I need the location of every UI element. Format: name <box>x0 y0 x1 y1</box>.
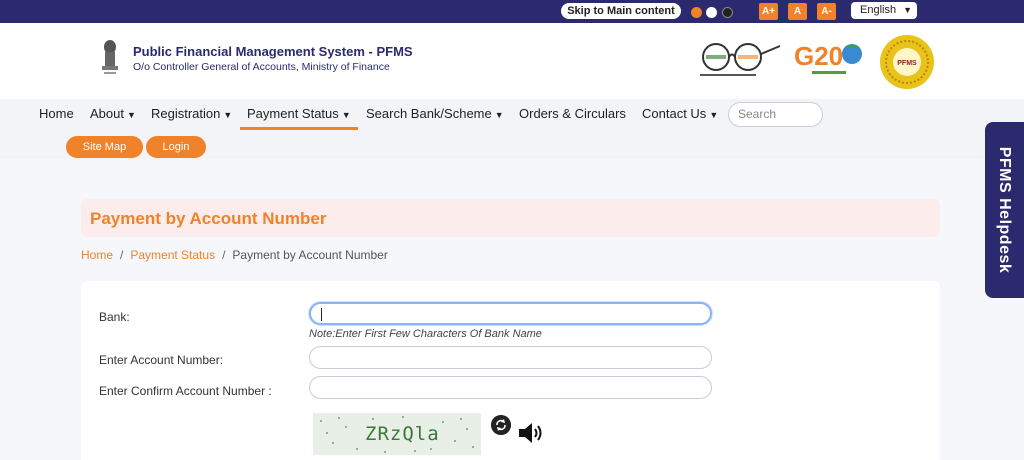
breadcrumb-payment-status-link[interactable]: Payment Status <box>130 248 215 262</box>
breadcrumb-home-link[interactable]: Home <box>81 248 113 262</box>
login-button[interactable]: Login <box>146 136 206 158</box>
captcha-image: ZRzQla <box>313 413 481 455</box>
page-title: Payment by Account Number <box>90 209 327 228</box>
nav-item-contact-us[interactable]: Contact Us ▼ <box>642 106 718 128</box>
theme-white-button[interactable] <box>706 7 717 18</box>
breadcrumb-current: Payment by Account Number <box>232 248 388 262</box>
font-increase-button[interactable]: A+ <box>759 3 778 20</box>
pfms-helpdesk-tab[interactable]: PFMS Helpdesk <box>985 122 1024 298</box>
breadcrumb-separator: / <box>120 248 124 262</box>
site-map-button[interactable]: Site Map <box>66 136 143 158</box>
nav-item-orders-circulars[interactable]: Orders & Circulars <box>519 106 626 128</box>
top-utility-bar: Skip to Main content A+ A A- English ▼ <box>0 0 1024 23</box>
confirm-account-number-input[interactable] <box>309 376 712 399</box>
nav-item-payment-status[interactable]: Payment Status ▼ <box>240 106 358 130</box>
bank-input[interactable] <box>309 302 712 325</box>
site-header: Public Financial Management System - PFM… <box>0 23 1024 99</box>
chevron-down-icon: ▼ <box>903 5 912 15</box>
nav-search-bank-label: Search Bank/Scheme <box>366 106 492 121</box>
language-value: English <box>860 4 897 16</box>
nav-payment-status-label: Payment Status <box>247 106 339 121</box>
main-navigation: Home About ▼ Registration ▼ Payment Status… <box>0 99 1024 159</box>
page-title-banner: Payment by Account Number <box>81 199 940 237</box>
national-emblem-icon <box>102 40 118 74</box>
g20-logo-icon: G20 <box>794 41 862 74</box>
nav-item-registration[interactable]: Registration ▼ <box>151 106 232 128</box>
language-select[interactable]: English ▼ <box>851 2 917 19</box>
bank-label: Bank: <box>99 310 130 324</box>
search-input[interactable]: Search <box>728 102 823 127</box>
g20-logo-text: G20 <box>794 41 843 71</box>
captcha-text: ZRzQla <box>365 423 440 445</box>
caret-down-icon: ▼ <box>709 110 719 120</box>
nav-item-search-bank-scheme[interactable]: Search Bank/Scheme ▼ <box>366 106 504 128</box>
confirm-account-number-label: Enter Confirm Account Number : <box>99 384 272 398</box>
nav-registration-label: Registration <box>151 106 221 121</box>
nav-item-about[interactable]: About ▼ <box>90 106 136 128</box>
account-number-label: Enter Account Number: <box>99 353 224 367</box>
pfms-seal-text: PFMS <box>897 60 917 67</box>
caret-down-icon: ▼ <box>223 110 233 120</box>
refresh-captcha-icon[interactable] <box>491 415 511 435</box>
breadcrumb: Home / Payment Status / Payment by Account N… <box>81 248 388 262</box>
caret-down-icon: ▼ <box>341 110 351 120</box>
payment-form-card: Bank: Note:Enter First Few Characters Of… <box>81 281 940 460</box>
caret-down-icon: ▼ <box>126 110 136 120</box>
font-normal-button[interactable]: A <box>788 3 807 20</box>
pfms-seal-logo-icon: PFMS <box>880 35 934 89</box>
font-decrease-button[interactable]: A- <box>817 3 836 20</box>
swachh-bharat-logo-icon <box>700 43 781 76</box>
helpdesk-label: PFMS Helpdesk <box>996 146 1013 274</box>
theme-dark-button[interactable] <box>722 7 733 18</box>
nav-contact-label: Contact Us <box>642 106 707 121</box>
nav-about-label: About <box>90 106 124 121</box>
caret-down-icon: ▼ <box>494 110 504 120</box>
theme-orange-button[interactable] <box>691 7 702 18</box>
speaker-audio-captcha-icon[interactable] <box>517 421 547 445</box>
nav-orders-label: Orders & Circulars <box>519 106 626 121</box>
nav-home-label: Home <box>39 106 74 121</box>
skip-to-main-button[interactable]: Skip to Main content <box>561 3 681 19</box>
text-cursor <box>321 308 322 321</box>
site-subtitle: O/o Controller General of Accounts, Mini… <box>133 61 390 73</box>
nav-item-home[interactable]: Home <box>39 106 74 128</box>
bank-note: Note:Enter First Few Characters Of Bank … <box>309 328 542 340</box>
breadcrumb-separator: / <box>222 248 226 262</box>
account-number-input[interactable] <box>309 346 712 369</box>
site-title: Public Financial Management System - PFM… <box>133 44 413 59</box>
